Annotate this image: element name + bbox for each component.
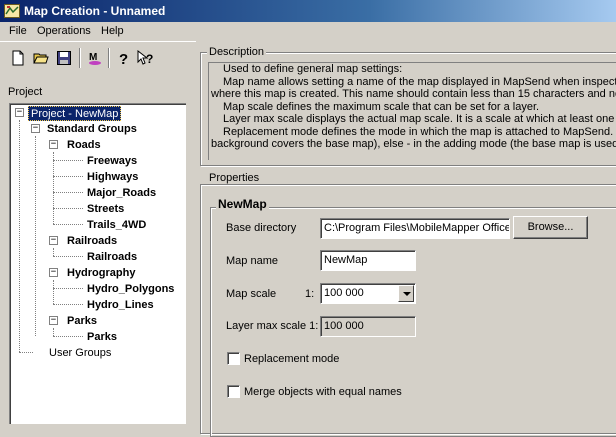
project-tree[interactable]: − − − − − − Project - NewMap Standard Gr…: [9, 103, 186, 424]
svg-text:?: ?: [119, 51, 128, 66]
description-title: Description: [207, 46, 267, 58]
tree-node-parks-group[interactable]: Parks: [67, 314, 97, 329]
tree-node-hydrography[interactable]: Hydrography: [67, 266, 135, 281]
map-scale-prefix: 1:: [305, 288, 315, 300]
menu-bar: File Operations Help: [0, 22, 616, 41]
mapsend-icon: M: [89, 52, 101, 65]
tree-node-parks-layer[interactable]: Parks: [87, 330, 117, 345]
project-label: Project: [8, 86, 43, 98]
layer-max-scale-label: Layer max scale 1:: [226, 320, 319, 332]
open-folder-button[interactable]: [30, 47, 52, 69]
base-directory-field[interactable]: C:\Program Files\MobileMapper Office: [320, 218, 510, 239]
tree-node-user-groups[interactable]: User Groups: [49, 346, 111, 361]
newmap-group-title: NewMap: [216, 197, 269, 211]
tree-collapse-standard-groups[interactable]: −: [31, 124, 40, 133]
help-icon: ?: [119, 51, 128, 66]
help-button[interactable]: ?: [113, 47, 135, 69]
save-disk-icon: [57, 51, 71, 65]
merge-objects-checkbox[interactable]: [227, 385, 240, 398]
tree-node-roads[interactable]: Roads: [67, 138, 101, 153]
new-document-button[interactable]: [7, 47, 29, 69]
merge-objects-label[interactable]: Merge objects with equal names: [244, 386, 402, 398]
menu-operations[interactable]: Operations: [37, 25, 91, 37]
tree-node-freeways[interactable]: Freeways: [87, 154, 137, 169]
map-scale-label: Map scale: [226, 288, 277, 300]
tree-node-standard-groups[interactable]: Standard Groups: [47, 122, 137, 137]
window-title: Map Creation - Unnamed: [24, 4, 166, 18]
base-directory-label: Base directory: [226, 222, 297, 234]
tree-node-railroads-group[interactable]: Railroads: [67, 234, 117, 249]
description-line: Replacement mode defines the mode in whi…: [223, 125, 616, 138]
properties-title: Properties: [207, 172, 262, 184]
tree-collapse-parks[interactable]: −: [49, 316, 58, 325]
tree-node-highways[interactable]: Highways: [87, 170, 138, 185]
map-scale-select[interactable]: 100 000: [320, 283, 416, 304]
description-line: where this map is created. This name sho…: [211, 88, 616, 100]
description-line: Used to define general map settings:: [223, 63, 403, 75]
map-name-field[interactable]: NewMap: [320, 250, 416, 271]
tree-node-railroads-layer[interactable]: Railroads: [87, 250, 137, 265]
tree-node-project[interactable]: Project - NewMap: [28, 106, 122, 121]
description-text: Used to define general map settings: Map…: [208, 62, 616, 160]
mapsend-button[interactable]: M: [84, 47, 106, 69]
tree-node-hydro-lines[interactable]: Hydro_Lines: [87, 298, 154, 313]
tree-node-trails-4wd[interactable]: Trails_4WD: [87, 218, 146, 233]
description-line: Layer max scale displays the actual map …: [223, 113, 616, 125]
menu-file[interactable]: File: [9, 25, 27, 37]
browse-button[interactable]: Browse...: [513, 216, 588, 239]
tree-collapse-railroads[interactable]: −: [49, 236, 58, 245]
description-line: Map scale defines the maximum scale that…: [223, 100, 540, 113]
window-title-bar[interactable]: Map Creation - Unnamed: [0, 0, 616, 22]
toolbar: M ? ?: [0, 41, 196, 73]
map-scale-value: 100 000: [324, 287, 364, 299]
menu-help[interactable]: Help: [101, 25, 124, 37]
map-app-icon: [4, 4, 20, 18]
tree-node-streets[interactable]: Streets: [87, 202, 124, 217]
tree-node-hydro-polygons[interactable]: Hydro_Polygons: [87, 282, 174, 297]
open-folder-icon: [33, 53, 49, 64]
tree-collapse-roads[interactable]: −: [49, 140, 58, 149]
tree-collapse-hydrography[interactable]: −: [49, 268, 58, 277]
context-help-icon: ?: [137, 50, 153, 66]
new-document-icon: [12, 50, 24, 66]
map-name-label: Map name: [226, 255, 278, 267]
context-help-button[interactable]: ?: [135, 47, 157, 69]
description-line: Map name allows setting a name of the ma…: [223, 75, 616, 88]
save-button[interactable]: [53, 47, 75, 69]
panel-splitter[interactable]: [190, 41, 196, 424]
description-line: background covers the base map), else - …: [211, 138, 616, 150]
svg-text:?: ?: [146, 52, 153, 66]
tree-collapse-project[interactable]: −: [15, 108, 24, 117]
chevron-down-icon[interactable]: [398, 285, 414, 302]
replacement-mode-label[interactable]: Replacement mode: [244, 353, 339, 365]
tree-node-major-roads[interactable]: Major_Roads: [87, 186, 156, 201]
replacement-mode-checkbox[interactable]: [227, 352, 240, 365]
layer-max-scale-field: 100 000: [320, 316, 416, 337]
